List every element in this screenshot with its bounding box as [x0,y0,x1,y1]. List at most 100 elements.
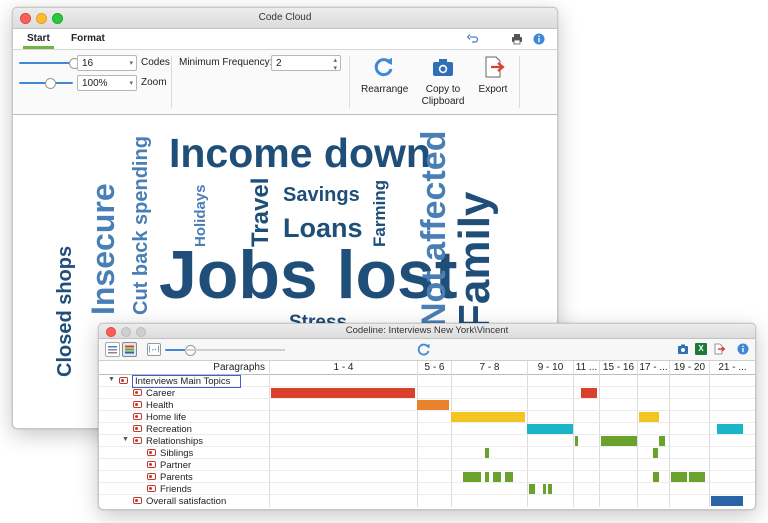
code-segment-bar[interactable] [601,436,637,446]
cloud-word[interactable]: Family [450,192,499,331]
zoom-slider-thumb[interactable] [45,78,56,89]
rearrange-button[interactable]: Rearrange [361,56,408,96]
expand-triangle-icon[interactable]: ▼ [108,376,115,383]
code-segment-bar[interactable] [671,472,687,482]
code-label[interactable]: Friends [160,484,192,495]
code-row[interactable]: ▼ Relationships [99,435,755,447]
code-segment-bar[interactable] [417,400,449,410]
code-segment-bar[interactable] [653,448,658,458]
column-header[interactable]: 11 ... [573,361,599,374]
code-row[interactable]: Friends [99,483,755,495]
column-header[interactable]: 9 - 10 [527,361,573,374]
code-segment-bar[interactable] [485,472,489,482]
code-segment-bar[interactable] [529,484,535,494]
code-row[interactable]: Home life [99,411,755,423]
code-row[interactable]: Health [99,399,755,411]
expand-triangle-icon[interactable]: ▼ [122,436,129,443]
code-label[interactable]: Parents [160,472,193,483]
cloud-word[interactable]: Insecure [85,183,121,315]
code-segment-bar[interactable] [711,496,743,506]
column-header[interactable]: 7 - 8 [451,361,527,374]
cloud-word[interactable]: Savings [283,185,360,205]
print-icon[interactable] [511,33,523,45]
code-segment-bar[interactable] [505,472,513,482]
export-label: Export [478,84,508,95]
camera-icon[interactable] [677,343,689,355]
zoom-select[interactable]: 100% ▾ [77,75,137,91]
export-icon[interactable] [713,343,726,355]
code-label[interactable]: Career [146,388,175,399]
column-header[interactable]: 21 - ... [709,361,755,374]
tab-start[interactable]: Start [23,33,54,49]
code-segment-bar[interactable] [639,412,659,422]
code-label[interactable]: Siblings [160,448,193,459]
copy-to-clipboard-button[interactable]: Copy to Clipboard [417,56,469,108]
code-segment-bar[interactable] [717,424,743,434]
code-row[interactable]: Partner [99,459,755,471]
cloud-word[interactable]: Income down [169,133,431,174]
column-header[interactable]: 15 - 16 [599,361,637,374]
code-label[interactable]: Relationships [146,436,203,447]
code-label[interactable]: Partner [160,460,191,471]
code-segment-bar[interactable] [581,388,597,398]
tab-format[interactable]: Format [71,33,105,44]
code-segment-bar[interactable] [271,388,415,398]
ribbon-divider [519,56,520,108]
code-segment-bar[interactable] [493,472,501,482]
column-header[interactable]: 19 - 20 [669,361,709,374]
excel-icon[interactable]: X [695,343,707,355]
window-title: Codeline: Interviews New York\Vincent [345,325,509,336]
code-segment-bar[interactable] [527,424,573,434]
zoom-slider[interactable] [19,78,73,89]
column-header[interactable]: 1 - 4 [269,361,417,374]
code-row[interactable]: Overall satisfaction [99,495,755,507]
cloud-word[interactable]: Jobs lost [159,241,458,309]
cloud-word[interactable]: Travel [247,178,274,247]
info-icon[interactable] [737,343,749,355]
cloud-word[interactable]: Cut back spending [130,136,152,315]
codes-count-value: 16 [82,58,94,69]
code-row[interactable]: Career [99,387,755,399]
export-button[interactable]: Export [473,56,513,96]
stepper-arrows-icon[interactable]: ▴ ▾ [333,57,337,73]
column-header[interactable]: 17 - ... [637,361,669,374]
cloud-word[interactable]: Holidays [192,184,209,247]
code-row[interactable]: ▼ Interviews Main Topics [99,375,755,388]
ribbon: 16 ▾ Codes 100% ▾ Zoom Minimum Frequency: … [13,49,557,115]
fit-width-icon[interactable]: |↔| [147,343,161,356]
code-segment-bar[interactable] [689,472,705,482]
refresh-icon[interactable] [417,342,431,356]
cloud-word[interactable]: Closed shops [54,246,76,377]
code-segment-bar[interactable] [543,484,546,494]
code-segment-bar[interactable] [451,412,525,422]
code-set-icon [119,377,128,384]
code-label[interactable]: Home life [146,412,186,423]
info-icon[interactable] [533,33,545,45]
code-row[interactable]: Recreation [99,423,755,435]
code-icon [147,449,156,456]
code-label[interactable]: Health [146,400,173,411]
code-label[interactable]: Recreation [146,424,192,435]
code-icon [133,401,142,408]
view-mode-icon[interactable] [105,342,120,357]
code-segment-bar[interactable] [548,484,552,494]
undo-icon[interactable] [466,33,479,45]
code-segment-bar[interactable] [463,472,481,482]
code-label[interactable]: Overall satisfaction [146,496,226,507]
code-segment-bar[interactable] [653,472,659,482]
codes-count-select[interactable]: 16 ▾ [77,55,137,71]
code-row[interactable]: Parents [99,471,755,483]
min-frequency-stepper[interactable]: 2 ▴ ▾ [271,55,341,73]
cloud-word[interactable]: Farming [370,180,389,247]
code-segment-bar[interactable] [659,436,665,446]
code-bars-icon[interactable] [122,342,137,357]
code-segment-bar[interactable] [575,436,578,446]
copy-label-line1: Copy to [425,84,461,95]
code-segment-bar[interactable] [485,448,489,458]
cloud-word[interactable]: Not affected [415,131,453,327]
min-frequency-label: Minimum Frequency: [179,57,273,68]
codes-slider[interactable] [19,58,80,69]
column-header[interactable]: 5 - 6 [417,361,451,374]
code-row[interactable]: Siblings [99,447,755,459]
cloud-word[interactable]: Loans [283,215,363,242]
